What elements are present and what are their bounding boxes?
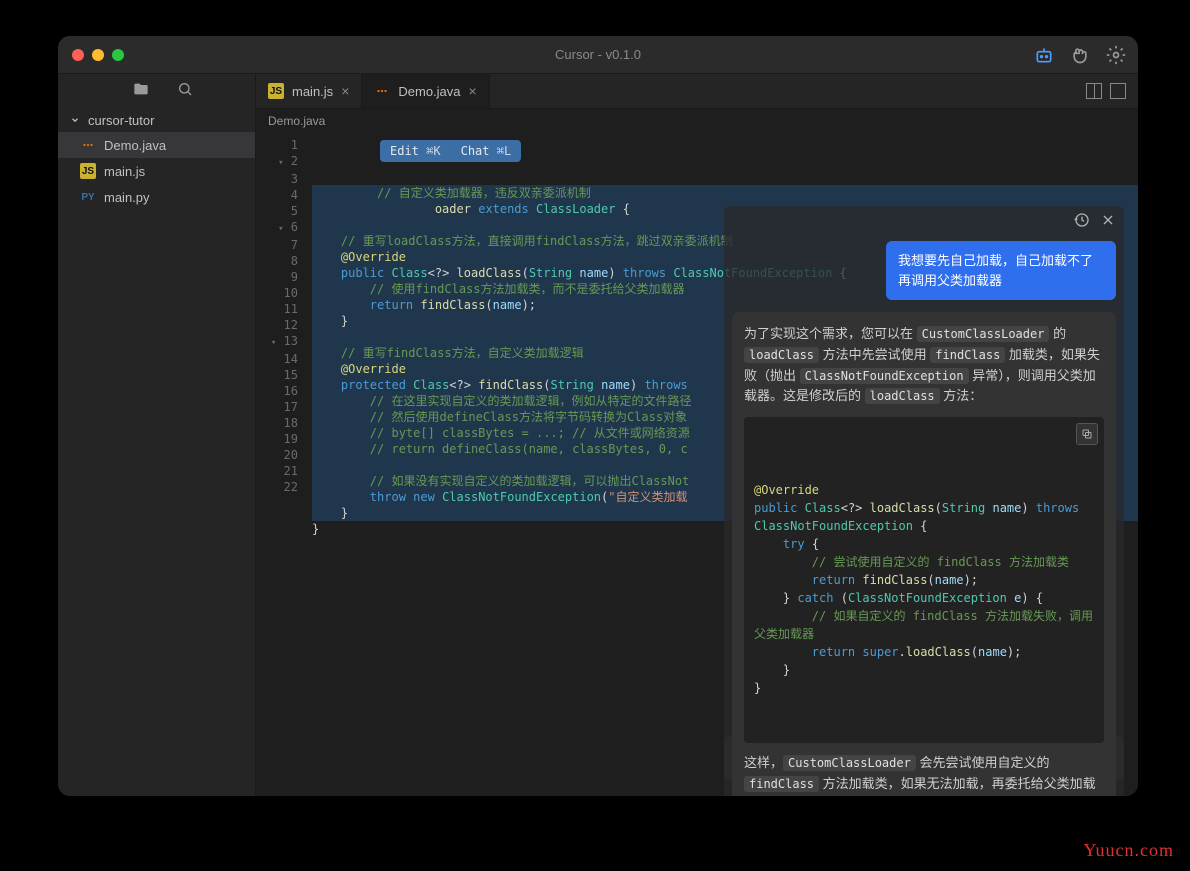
robot-icon[interactable] [1034,45,1054,65]
java-icon [374,83,390,99]
chat-pill[interactable]: Chat ⌘L [451,140,522,162]
file-item[interactable]: JS main.js [58,158,255,184]
py-icon: PY [80,189,96,205]
java-icon [80,137,96,153]
code-chip: findClass [744,776,819,792]
watermark: Yuucn.com [1084,840,1174,861]
js-icon: JS [80,163,96,179]
tab[interactable]: JS main.js × [256,74,362,108]
code-chip: CustomClassLoader [783,755,916,771]
sidebar-toolbar [58,74,255,109]
tab[interactable]: Demo.java × [362,74,489,108]
code-chip: loadClass [744,347,819,363]
assistant-message: 为了实现这个需求，您可以在 CustomClassLoader 的 loadCl… [732,312,1116,796]
breadcrumb-text: Demo.java [268,114,325,128]
file-name: main.py [104,190,150,205]
history-icon[interactable] [1074,212,1090,231]
close-icon[interactable] [1100,212,1116,231]
assistant-codeblock: @Override public Class<?> loadClass(Stri… [744,417,1104,743]
action-pills: Edit ⌘K Chat ⌘L [380,140,521,162]
chevron-down-icon [70,113,82,128]
app-window: Cursor - v0.1.0 [58,36,1138,796]
copy-button[interactable] [1076,423,1098,445]
breadcrumb: Demo.java [256,109,1138,133]
wave-icon[interactable] [1070,45,1090,65]
panel-layout-icon[interactable] [1110,83,1126,99]
layout-controls [1074,74,1138,108]
file-name: Demo.java [104,138,166,153]
title-actions [1034,45,1126,65]
file-item[interactable]: PY main.py [58,184,255,210]
user-message: 我想要先自己加载，自己加载不了再调用父类加载器 [886,241,1116,300]
chat-controls [724,206,1124,237]
search-icon[interactable] [177,81,193,102]
folder-name: cursor-tutor [88,113,154,128]
maximize-icon[interactable] [112,49,124,61]
close-icon[interactable] [72,49,84,61]
sidebar: cursor-tutor Demo.java JS main.js PY main.py [58,74,256,796]
code-chip: loadClass [865,388,940,404]
assistant-intro: 为了实现这个需求，您可以在 CustomClassLoader 的 loadCl… [744,324,1104,407]
file-list: Demo.java JS main.js PY main.py [58,132,255,210]
tab-label: main.js [292,84,333,99]
folder-row[interactable]: cursor-tutor [58,109,255,132]
js-icon: JS [268,83,284,99]
folder-icon[interactable] [133,81,149,102]
file-item[interactable]: Demo.java [58,132,255,158]
code-chip: findClass [930,347,1005,363]
code-chip: CustomClassLoader [917,326,1050,342]
split-layout-icon[interactable] [1086,83,1102,99]
line-gutter: 1▾ 2345▾ 6789101112▾ 1314151617181920212… [256,133,306,796]
window-controls [72,49,124,61]
window-title: Cursor - v0.1.0 [555,47,641,62]
file-name: main.js [104,164,145,179]
chat-panel: 我想要先自己加载，自己加载不了再调用父类加载器 为了实现这个需求，您可以在 Cu… [724,206,1124,796]
codeblock-content: @Override public Class<?> loadClass(Stri… [754,481,1094,697]
code-chip: ClassNotFoundException [800,368,969,384]
tab-label: Demo.java [398,84,460,99]
edit-pill[interactable]: Edit ⌘K [380,140,451,162]
tabbar: JS main.js × Demo.java × [256,74,1138,109]
close-icon[interactable]: × [469,83,477,99]
minimize-icon[interactable] [92,49,104,61]
titlebar: Cursor - v0.1.0 [58,36,1138,74]
close-icon[interactable]: × [341,83,349,99]
gear-icon[interactable] [1106,45,1126,65]
assistant-outro: 这样，CustomClassLoader 会先尝试使用自定义的 findClas… [744,753,1104,796]
